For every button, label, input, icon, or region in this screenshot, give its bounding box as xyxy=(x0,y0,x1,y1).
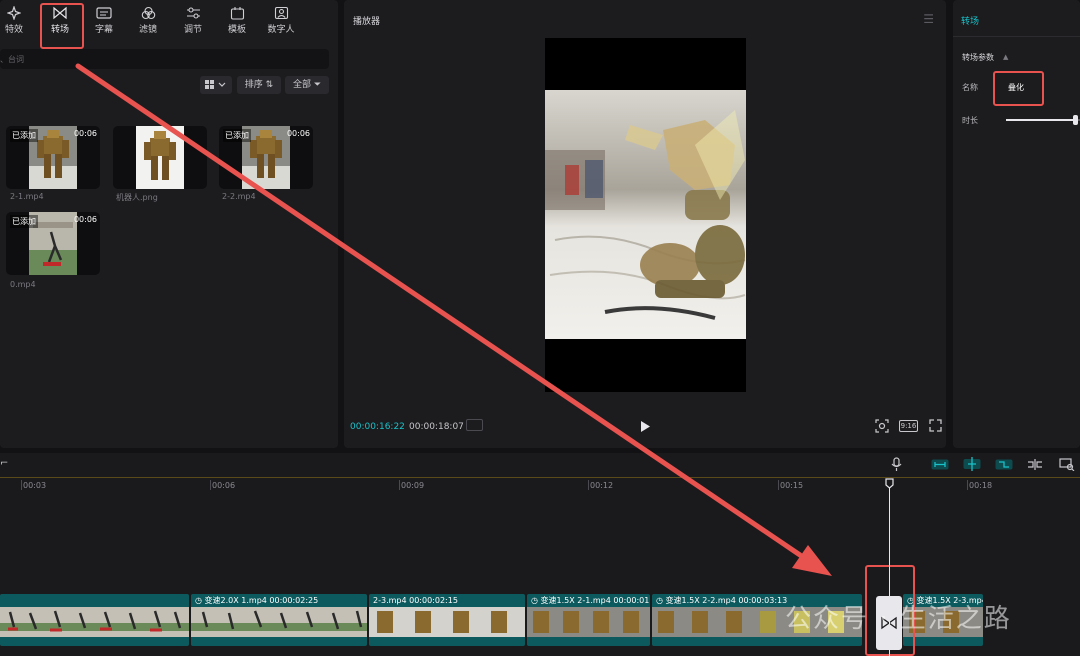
annotation-arrow xyxy=(75,63,832,576)
